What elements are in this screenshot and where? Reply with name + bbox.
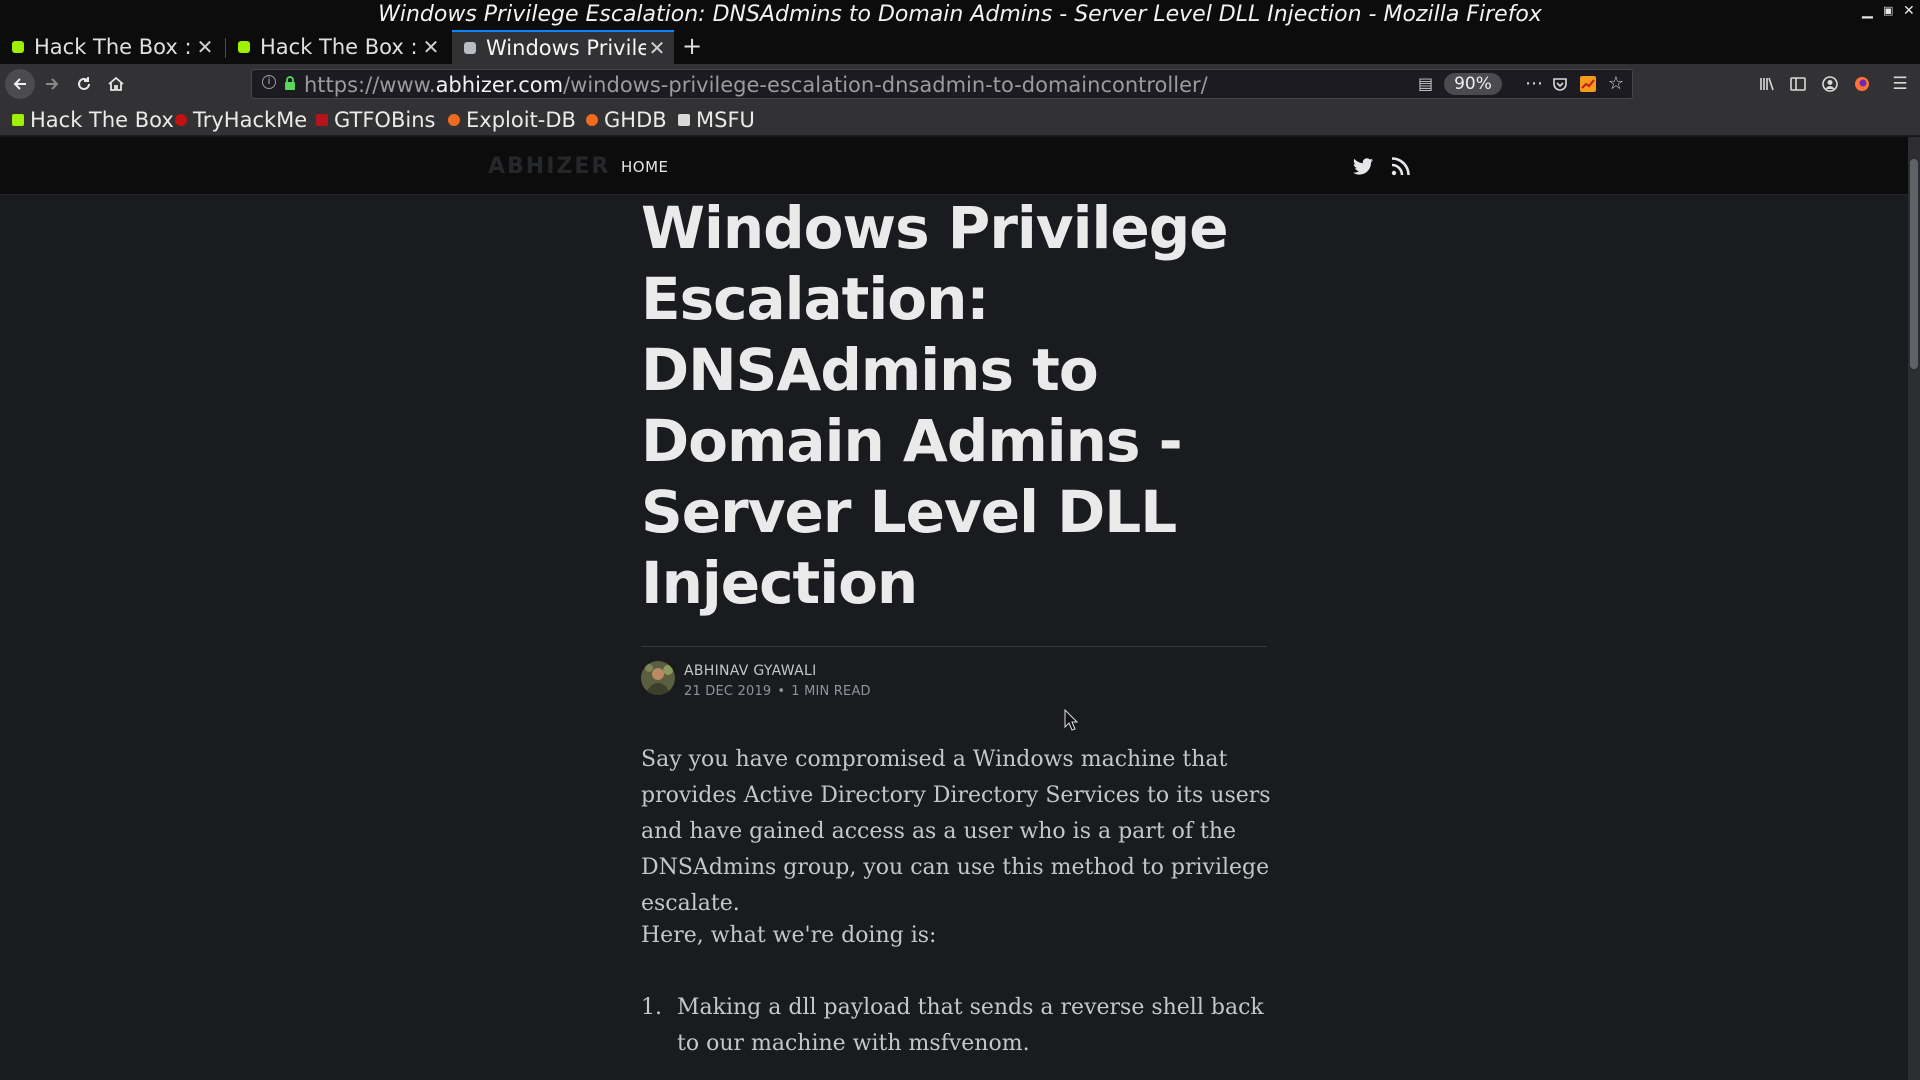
forward-button[interactable] (37, 69, 67, 99)
hackthebox-favicon-icon (12, 41, 24, 53)
bookmark-label: Exploit-DB (466, 108, 576, 132)
tab-label: Hack The Box :: M (34, 35, 194, 59)
bookmark-gtfobins[interactable]: GTFOBins (316, 104, 435, 136)
bookmark-label: MSFU (696, 108, 755, 132)
home-icon (108, 76, 124, 91)
arrow-left-icon (13, 78, 26, 90)
close-tab-icon[interactable]: ✕ (646, 36, 668, 60)
url-path: /windows-privilege-escalation-dnsadmin-t… (563, 73, 1208, 97)
list-item-text: Making a dll payload that sends a revers… (677, 995, 1264, 1056)
url-bar[interactable]: i https://www.abhizer.com/windows-privil… (251, 69, 1633, 99)
paragraph-intro: Say you have compromised a Windows machi… (641, 747, 1271, 916)
navigation-toolbar: i https://www.abhizer.com/windows-privil… (0, 64, 1920, 104)
bookmark-label: GTFOBins (334, 108, 436, 132)
reload-icon (78, 77, 90, 90)
extension-chart-icon[interactable] (1577, 72, 1599, 99)
home-button[interactable] (101, 69, 131, 99)
url-host: abhizer.com (435, 73, 564, 97)
arrow-right-icon (46, 78, 59, 90)
rss-icon[interactable] (1389, 154, 1413, 178)
minimize-icon[interactable]: ▁ (1862, 4, 1873, 18)
tab-hackthebox-2[interactable]: Hack The Box :: R ✕ (226, 30, 448, 64)
back-button[interactable] (5, 69, 35, 99)
exploit-db-favicon-icon (448, 114, 460, 126)
ghdb-favicon-icon (586, 114, 598, 126)
twitter-icon[interactable] (1351, 154, 1375, 178)
close-tab-icon[interactable]: ✕ (194, 35, 216, 59)
page-viewport: ABHIZER HOME Windows Privilege Escalatio… (0, 137, 1920, 1080)
nav-home-link[interactable]: HOME (621, 158, 669, 176)
hamburger-menu-icon[interactable]: ☰ (1886, 69, 1914, 99)
author-avatar[interactable] (641, 661, 675, 695)
post-divider (641, 646, 1267, 647)
list-item: 1. Making a dll payload that sends a rev… (641, 990, 1281, 1062)
ghost-favicon-icon (464, 42, 476, 54)
reload-button[interactable] (69, 69, 99, 99)
meta-dot: • (777, 684, 786, 699)
pocket-icon[interactable] (1549, 72, 1571, 99)
msfu-favicon-icon (678, 114, 690, 126)
bookmark-star-icon[interactable]: ☆ (1605, 72, 1627, 96)
zoom-level-button[interactable]: 90% (1444, 73, 1502, 95)
url-text[interactable]: https://www.abhizer.com/windows-privileg… (304, 72, 1208, 98)
bookmark-label: Hack The Box (30, 108, 174, 132)
site-navigation: ABHIZER HOME (0, 137, 1920, 195)
tab-strip: Hack The Box :: M ✕ Hack The Box :: R ✕ … (0, 30, 1920, 64)
window-titlebar: Windows Privilege Escalation: DNSAdmins … (0, 0, 1920, 30)
post-date: 21 DEC 2019 (684, 684, 772, 699)
page-scrollbar[interactable] (1908, 137, 1920, 1080)
tab-hackthebox-1[interactable]: Hack The Box :: M ✕ (0, 30, 222, 64)
sidebar-icon[interactable] (1784, 69, 1812, 99)
list-item-number: 1. (641, 995, 662, 1020)
tab-label: Hack The Box :: R (260, 35, 420, 59)
post-meta: 21 DEC 2019 • 1 MIN READ (684, 684, 871, 699)
bookmark-tryhackme[interactable]: TryHackMe (175, 104, 307, 136)
gtfobins-favicon-icon (316, 114, 328, 126)
read-time: 1 MIN READ (791, 684, 871, 699)
tab-label: Windows Privileg (486, 36, 646, 60)
close-window-icon[interactable]: ✕ (1903, 4, 1915, 18)
scrollbar-thumb[interactable] (1910, 159, 1918, 369)
close-tab-icon[interactable]: ✕ (420, 35, 442, 59)
mouse-cursor-icon (1064, 709, 1078, 731)
author-name-link[interactable]: ABHINAV GYAWALI (684, 663, 817, 679)
bookmark-exploit-db[interactable]: Exploit-DB (448, 104, 576, 136)
maximize-icon[interactable]: ▣ (1883, 4, 1893, 18)
firefox-extension-icon[interactable] (1848, 69, 1876, 99)
page-actions-icon[interactable]: ⋯ (1523, 72, 1545, 96)
bookmark-ghdb[interactable]: GHDB (586, 104, 667, 136)
bookmark-label: GHDB (604, 108, 667, 132)
account-icon[interactable] (1816, 69, 1844, 99)
info-icon[interactable]: i (262, 75, 276, 89)
post-title: Windows Privilege Escalation: DNSAdmins … (641, 194, 1229, 617)
bookmark-msfu[interactable]: MSFU (678, 104, 755, 136)
tryhackme-favicon-icon (175, 114, 187, 126)
window-title: Windows Privilege Escalation: DNSAdmins … (378, 2, 1542, 27)
bookmark-hackthebox[interactable]: Hack The Box (12, 104, 174, 136)
hackthebox-favicon-icon (12, 114, 24, 126)
new-tab-button[interactable]: + (678, 30, 706, 64)
bookmarks-toolbar: Hack The Box TryHackMe GTFOBins Exploit-… (0, 104, 1920, 136)
reader-view-icon[interactable]: ▤ (1418, 73, 1433, 95)
lock-icon[interactable] (284, 76, 296, 90)
bookmark-label: TryHackMe (193, 108, 308, 132)
url-scheme: https://www. (304, 73, 436, 97)
paragraph-steps-intro: Here, what we're doing is: (641, 923, 937, 948)
tab-windows-privilege[interactable]: Windows Privileg ✕ (452, 30, 674, 64)
hackthebox-favicon-icon (238, 41, 250, 53)
library-icon[interactable] (1753, 69, 1781, 99)
site-logo[interactable]: ABHIZER (488, 154, 610, 179)
